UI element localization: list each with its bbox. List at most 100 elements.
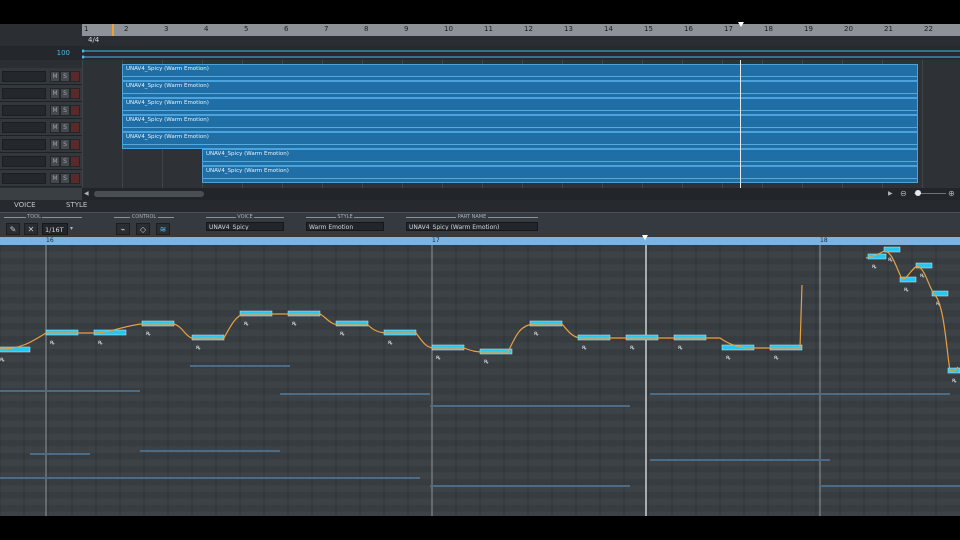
quantize-select[interactable]: 1/16T xyxy=(42,223,68,235)
vibrato-tool-icon[interactable]: ⌁ xyxy=(116,223,130,235)
voice-part[interactable]: UNAV4_Spicy (Warm Emotion) xyxy=(122,81,918,98)
zoom-slider-knob[interactable] xyxy=(915,190,921,196)
playhead-marker[interactable] xyxy=(738,22,744,27)
track-header[interactable]: MS xyxy=(0,153,82,170)
track-header[interactable]: MS xyxy=(0,85,82,102)
note-lyric-icon: ꝶ xyxy=(244,320,249,327)
ghost-note xyxy=(280,393,430,395)
voice-part[interactable]: UNAV4_Spicy (Warm Emotion) xyxy=(122,115,918,132)
bar-number: 20 xyxy=(844,25,853,33)
voice-part[interactable]: UNAV4_Spicy (Warm Emotion) xyxy=(202,166,918,183)
voice-part[interactable]: UNAV4_Spicy (Warm Emotion) xyxy=(202,149,918,166)
record-button[interactable] xyxy=(70,173,80,184)
solo-button[interactable]: S xyxy=(60,71,70,82)
bar-number: 11 xyxy=(484,25,493,33)
solo-button[interactable]: S xyxy=(60,156,70,167)
track-header[interactable]: MS xyxy=(0,119,82,136)
note-lyric-icon: ꝶ xyxy=(534,330,539,337)
timeline-ruler[interactable]: 1 2 3 4 5 6 7 8 9 10 11 12 13 14 15 16 17 18 19 20 21 22 xyxy=(82,22,960,36)
mute-button[interactable]: M xyxy=(50,122,60,133)
measure-number: 18 xyxy=(820,237,828,244)
part-label: UNAV4_Spicy (Warm Emotion) xyxy=(206,168,289,174)
scroll-thumb[interactable] xyxy=(94,191,204,197)
voice-field-label: VOICE xyxy=(236,214,254,220)
voice-field[interactable]: UNAV4_Spicy xyxy=(206,222,284,231)
note-lyric-icon: ꝶ xyxy=(582,344,587,351)
record-button[interactable] xyxy=(70,71,80,82)
scroll-right-icon[interactable]: ▶ xyxy=(888,190,893,197)
note-lyric-icon: ꝶ xyxy=(0,356,5,363)
note-lyric-icon: ꝶ xyxy=(484,358,489,365)
solo-button[interactable]: S xyxy=(60,173,70,184)
chevron-down-icon[interactable]: ▾ xyxy=(70,225,73,232)
time-signature-row: 4/4 xyxy=(82,36,960,46)
tab-style[interactable]: STYLE xyxy=(66,201,87,209)
record-button[interactable] xyxy=(70,122,80,133)
horizontal-scrollbar[interactable]: ◀ ▶ ⊖ ⊕ xyxy=(82,188,960,200)
track-name-field[interactable] xyxy=(2,105,46,116)
style-field[interactable]: Warm Emotion xyxy=(306,222,384,231)
zoom-in-icon[interactable]: ⊕ xyxy=(948,189,955,198)
track-header[interactable]: MS xyxy=(0,102,82,119)
piano-roll-ruler[interactable]: 16 17 18 xyxy=(0,235,960,245)
roll-playhead-marker[interactable] xyxy=(642,235,648,240)
editor-tabs: VOICE STYLE xyxy=(0,200,960,212)
track-name-field[interactable] xyxy=(2,173,46,184)
bar-number: 9 xyxy=(404,25,409,33)
record-button[interactable] xyxy=(70,88,80,99)
part-label: UNAV4_Spicy (Warm Emotion) xyxy=(126,66,209,72)
piano-roll-canvas[interactable]: ꝶꝶ ꝶꝶꝶꝶ ꝶꝶꝶꝶꝶꝶꝶ ꝶ ꝶꝶ ꝶꝶꝶꝶꝶꝶꝶ xyxy=(0,245,960,516)
track-name-field[interactable] xyxy=(2,156,46,167)
loop-start-marker[interactable] xyxy=(112,24,114,36)
tracks-area[interactable]: UNAV4_Spicy (Warm Emotion) UNAV4_Spicy (W… xyxy=(82,60,960,188)
eraser-tool-icon[interactable]: ✕ xyxy=(24,223,38,235)
voice-part[interactable]: UNAV4_Spicy (Warm Emotion) xyxy=(122,64,918,81)
track-header[interactable]: MS xyxy=(0,136,82,153)
part-pitch-line xyxy=(203,178,917,179)
tab-voice[interactable]: VOICE xyxy=(14,201,36,209)
note-lyric-icon: ꝶ xyxy=(904,286,909,293)
note-lyric-icon: ꝶ xyxy=(196,344,201,351)
track-name-field[interactable] xyxy=(2,88,46,99)
scroll-left-icon[interactable]: ◀ xyxy=(84,190,89,197)
time-signature[interactable]: 4/4 xyxy=(88,36,99,44)
mute-button[interactable]: M xyxy=(50,173,60,184)
record-button[interactable] xyxy=(70,156,80,167)
note-lyric-icon: ꝶ xyxy=(774,354,779,361)
solo-button[interactable]: S xyxy=(60,88,70,99)
track-header[interactable]: MS xyxy=(0,170,82,187)
mute-button[interactable]: M xyxy=(50,88,60,99)
track-name-field[interactable] xyxy=(2,139,46,150)
ghost-note xyxy=(820,485,960,487)
mute-button[interactable]: M xyxy=(50,71,60,82)
note-lyric-icon: ꝶ xyxy=(436,354,441,361)
note-lyric-icon: ꝶ xyxy=(340,330,345,337)
transition-tool-icon[interactable]: ◇ xyxy=(136,223,150,235)
note-lyric-icon: ꝶ xyxy=(50,339,55,346)
solo-button[interactable]: S xyxy=(60,105,70,116)
track-name-field[interactable] xyxy=(2,71,46,82)
voice-part[interactable]: UNAV4_Spicy (Warm Emotion) xyxy=(122,132,918,149)
piano-roll[interactable]: ꝶꝶꝶꝶꝶꝶꝶꝶꝶꝶꝶꝶꝶꝶꝶꝶꝶꝶꝶꝶꝶꝶꝶ xyxy=(0,245,960,516)
track-headers: 100 MSMSMSMSMSMSMS xyxy=(0,24,82,188)
bar-number: 5 xyxy=(244,25,249,33)
part-name-field[interactable]: UNAV4_Spicy (Warm Emotion) xyxy=(406,222,538,231)
mute-button[interactable]: M xyxy=(50,139,60,150)
master-volume-value[interactable]: 100 xyxy=(0,46,82,60)
track-header[interactable]: MS xyxy=(0,68,82,85)
voice-part[interactable]: UNAV4_Spicy (Warm Emotion) xyxy=(122,98,918,115)
track-name-field[interactable] xyxy=(2,122,46,133)
solo-button[interactable]: S xyxy=(60,139,70,150)
record-button[interactable] xyxy=(70,105,80,116)
bar-number: 10 xyxy=(444,25,453,33)
record-button[interactable] xyxy=(70,139,80,150)
note-lyric-icon: ꝶ xyxy=(98,339,103,346)
pitch-tool-icon[interactable]: ≋ xyxy=(156,223,170,235)
note xyxy=(915,262,933,269)
zoom-out-icon[interactable]: ⊖ xyxy=(900,189,907,198)
pencil-tool-icon[interactable]: ✎ xyxy=(6,223,20,235)
mute-button[interactable]: M xyxy=(50,105,60,116)
solo-button[interactable]: S xyxy=(60,122,70,133)
part-name-label: PART NAME xyxy=(456,214,488,220)
mute-button[interactable]: M xyxy=(50,156,60,167)
